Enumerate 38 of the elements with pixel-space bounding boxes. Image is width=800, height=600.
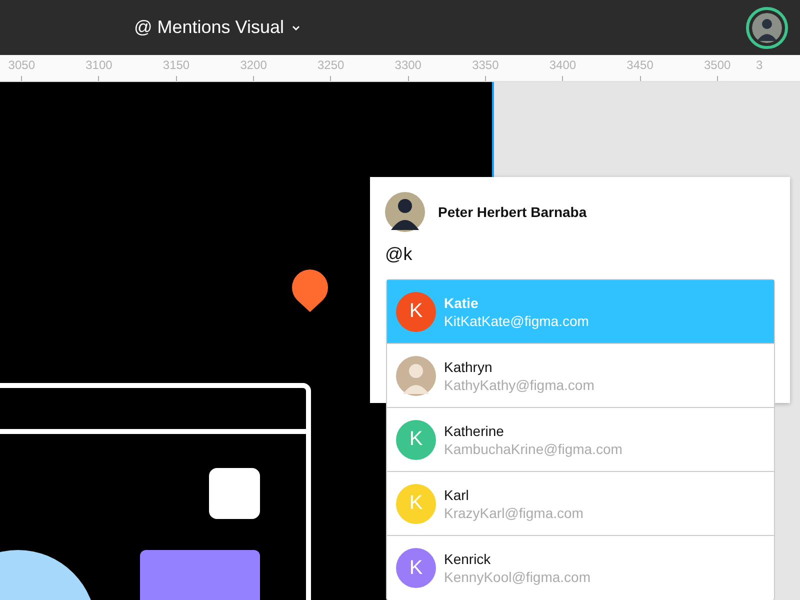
letter-avatar: K xyxy=(396,548,436,588)
chevron-down-icon xyxy=(292,24,300,30)
ruler-label: 3450 xyxy=(626,58,654,72)
user-email: KathyKathy@figma.com xyxy=(444,376,594,392)
ruler-label: 3350 xyxy=(472,58,499,72)
user-name: Karl xyxy=(444,486,470,502)
ruler-label: 3400 xyxy=(549,58,576,72)
user-name: Kathryn xyxy=(444,358,494,374)
ruler-label: 3200 xyxy=(240,58,267,72)
letter-avatar: K xyxy=(396,484,436,524)
user-email: KambuchaKrine@figma.com xyxy=(444,440,622,456)
ruler-label: 3250 xyxy=(317,58,344,72)
author-avatar xyxy=(385,192,425,232)
user-avatar[interactable] xyxy=(746,7,788,49)
file-title-menu[interactable]: @ Mentions Visual xyxy=(134,17,300,38)
comment-pin-icon[interactable] xyxy=(291,268,329,313)
user-name: Kenrick xyxy=(444,551,492,567)
letter-avatar: K xyxy=(396,420,436,460)
ruler-label: 3500 xyxy=(704,58,731,72)
mention-suggestion[interactable]: K Katherine KambuchaKrine@figma.com xyxy=(387,408,774,472)
user-name: Katherine xyxy=(444,422,505,438)
mention-suggestion[interactable]: K Karl KrazyKarl@figma.com xyxy=(387,472,774,536)
mention-suggestion[interactable]: K Katie KitKatKate@figma.com xyxy=(387,280,774,344)
ruler-label: 3050 xyxy=(8,58,35,72)
user-email: KrazyKarl@figma.com xyxy=(444,504,584,520)
author-name: Peter Herbert Barnaba xyxy=(438,204,587,220)
ruler-label: 3 xyxy=(756,58,763,72)
ruler-label: 3100 xyxy=(86,58,112,72)
mention-suggestion[interactable]: Kathryn KathyKathy@figma.com xyxy=(387,344,774,408)
square-shape xyxy=(209,468,260,519)
user-email: KitKatKate@figma.com xyxy=(444,312,589,328)
user-name: Katie xyxy=(444,294,480,310)
user-avatar xyxy=(396,356,436,396)
ruler-label: 3300 xyxy=(394,58,422,72)
user-email: KennyKool@figma.com xyxy=(444,569,591,585)
mention-suggestion[interactable]: K Kenrick KennyKool@figma.com xyxy=(387,536,774,600)
ruler-label: 3150 xyxy=(162,58,190,72)
letter-avatar: K xyxy=(396,292,436,332)
